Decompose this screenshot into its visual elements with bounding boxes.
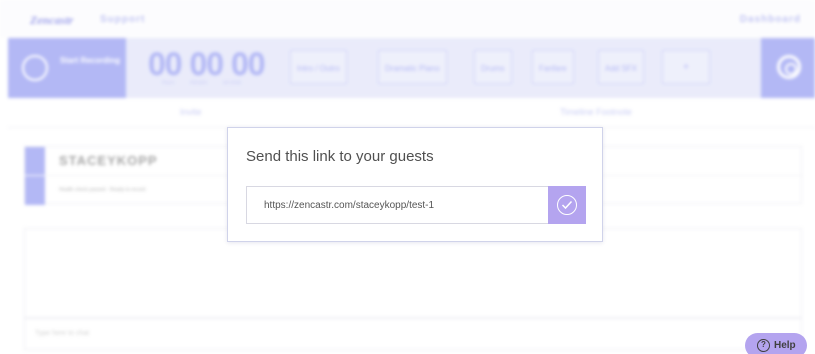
copy-link-button[interactable] — [548, 186, 586, 224]
question-circle-icon: ? — [757, 339, 770, 352]
modal-title: Send this link to your guests — [246, 148, 434, 165]
help-button[interactable]: ? Help — [745, 333, 807, 354]
check-circle-icon — [557, 195, 577, 215]
invite-link-modal: Send this link to your guests — [227, 127, 603, 242]
invite-link-field-wrapper — [246, 186, 548, 224]
invite-link-field[interactable] — [247, 187, 547, 223]
help-label: Help — [774, 340, 796, 351]
